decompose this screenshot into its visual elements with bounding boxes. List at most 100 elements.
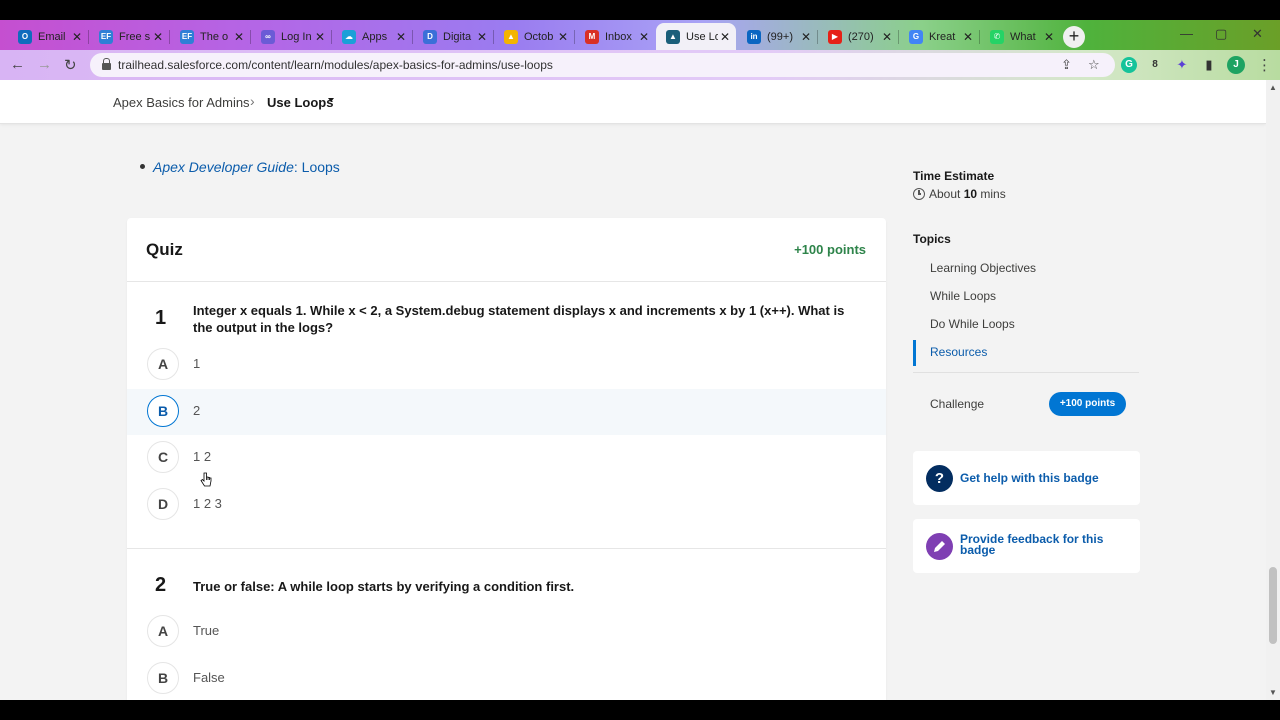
menu-dots-icon[interactable]: ⋮ [1257, 56, 1272, 74]
answer-option-c[interactable]: C 1 2 [127, 435, 886, 481]
resource-link[interactable]: Apex Developer Guide: Loops [153, 159, 340, 175]
caret-down-icon[interactable] [328, 98, 334, 102]
resource-link-italic[interactable]: Apex Developer Guide [153, 159, 294, 175]
close-tab-icon[interactable]: ✕ [477, 30, 487, 44]
digital-icon: D [423, 29, 437, 44]
scroll-up-icon[interactable]: ▲ [1269, 83, 1277, 92]
topic-resources[interactable]: Resources [930, 345, 987, 359]
browser-tab[interactable]: ☁ Apps ✕ [332, 23, 412, 50]
youtube-icon: ▶ [828, 29, 842, 44]
profile-avatar[interactable]: J [1227, 56, 1245, 74]
option-text[interactable]: 2 [193, 403, 200, 418]
close-tab-icon[interactable]: ✕ [72, 30, 82, 44]
browser-tab[interactable]: D Digita ✕ [413, 23, 493, 50]
close-tab-icon[interactable]: ✕ [234, 30, 244, 44]
quiz-title: Quiz [146, 240, 183, 259]
quiz-card: Quiz +100 points 1 Integer x equals 1. W… [127, 218, 886, 700]
trailhead-icon: ▲ [666, 29, 680, 44]
browser-tab[interactable]: G Kreat ✕ [899, 23, 979, 50]
grammarly-icon[interactable]: G [1121, 57, 1137, 73]
close-tab-icon[interactable]: ✕ [558, 30, 568, 44]
close-tab-icon[interactable]: ✕ [315, 30, 325, 44]
option-letter[interactable]: A [147, 615, 179, 647]
breadcrumb-current[interactable]: Use Loops [267, 95, 333, 110]
back-arrow-icon[interactable]: ← [10, 56, 25, 73]
reload-icon[interactable]: ↻ [64, 56, 77, 74]
challenge-link[interactable]: Challenge [930, 397, 984, 411]
share-icon[interactable]: ⇪ [1061, 57, 1072, 73]
google-icon: G [909, 29, 923, 44]
close-window-icon[interactable]: ✕ [1252, 26, 1263, 42]
feedback-link[interactable]: Provide feedback for this badge [960, 533, 1135, 556]
option-letter[interactable]: C [147, 441, 179, 473]
question-number: 2 [155, 574, 167, 596]
close-tab-icon[interactable]: ✕ [396, 30, 406, 44]
question-text: True or false: A while loop starts by ve… [193, 579, 575, 594]
topic-do-while-loops[interactable]: Do While Loops [930, 317, 1015, 331]
close-tab-icon[interactable]: ✕ [963, 30, 973, 44]
browser-tab[interactable]: EF The o ✕ [170, 23, 250, 50]
answer-option-b[interactable]: B 2 [127, 389, 886, 435]
url-text: trailhead.salesforce.com/content/learn/m… [118, 58, 553, 72]
active-topic-indicator [913, 340, 916, 366]
answer-option-b[interactable]: B False [127, 656, 886, 700]
sidepanel-icon[interactable]: ▮ [1201, 57, 1217, 73]
browser-tab[interactable]: EF Free s ✕ [89, 23, 169, 50]
topic-learning-objectives[interactable]: Learning Objectives [930, 261, 1036, 275]
extension-icon[interactable]: 8 [1147, 57, 1163, 73]
puzzle-icon[interactable]: ✦ [1174, 57, 1190, 73]
close-tab-icon[interactable]: ✕ [882, 30, 892, 44]
help-link[interactable]: Get help with this badge [960, 471, 1099, 485]
close-tab-icon[interactable]: ✕ [153, 30, 163, 44]
quiz-points: +100 points [794, 242, 866, 257]
whatsapp-icon: ✆ [990, 29, 1004, 44]
browser-tab[interactable]: in (99+) ✕ [737, 23, 817, 50]
help-card[interactable]: ? Get help with this badge [913, 451, 1140, 505]
maximize-icon[interactable]: ▢ [1215, 26, 1227, 42]
browser-tab[interactable]: ∞ Log In ✕ [251, 23, 331, 50]
close-tab-icon[interactable]: ✕ [639, 30, 649, 44]
scrollbar-thumb[interactable] [1269, 567, 1277, 644]
answer-option-a[interactable]: A True [127, 609, 886, 655]
lock-icon[interactable] [102, 58, 111, 70]
challenge-points-badge[interactable]: +100 points [1049, 392, 1126, 416]
breadcrumb-parent-link[interactable]: Apex Basics for Admins [113, 95, 250, 110]
scroll-down-icon[interactable]: ▼ [1269, 688, 1277, 697]
option-letter[interactable]: B [147, 662, 179, 694]
outlook-icon: O [18, 29, 32, 44]
option-letter[interactable]: A [147, 348, 179, 380]
address-bar[interactable]: trailhead.salesforce.com/content/learn/m… [90, 53, 1115, 77]
topic-while-loops[interactable]: While Loops [930, 289, 996, 303]
option-text[interactable]: 1 [193, 356, 200, 371]
minimize-icon[interactable]: — [1180, 26, 1193, 41]
tab-strip: O Email ✕ EF Free s ✕ EF The o ✕ ∞ Log In ✕ ☁ Apps ✕ D D… [0, 20, 1280, 50]
answer-option-d[interactable]: D 1 2 3 [127, 482, 886, 528]
option-text[interactable]: False [193, 670, 225, 685]
tab-separator [574, 30, 575, 44]
tab-title: What [1010, 30, 1036, 43]
browser-tab[interactable]: ▶ (270) ✕ [818, 23, 898, 50]
close-tab-icon[interactable]: ✕ [1044, 30, 1054, 44]
option-text[interactable]: 1 2 3 [193, 496, 222, 511]
page-scrollbar[interactable]: ▲ ▼ [1266, 80, 1280, 700]
answer-option-a[interactable]: A 1 [127, 342, 886, 388]
browser-tab[interactable]: ✆ What ✕ [980, 23, 1060, 50]
bookmark-star-icon[interactable]: ☆ [1088, 57, 1100, 73]
close-tab-icon[interactable]: ✕ [720, 30, 730, 44]
option-text[interactable]: True [193, 623, 219, 638]
browser-tab[interactable]: O Email ✕ [8, 23, 88, 50]
option-letter[interactable]: B [147, 395, 179, 427]
browser-tab[interactable]: ▲ Octob ✕ [494, 23, 574, 50]
close-tab-icon[interactable]: ✕ [801, 30, 811, 44]
new-tab-button[interactable]: + [1063, 26, 1085, 48]
browser-tab[interactable]: ▲ Use Lo ✕ [656, 23, 736, 50]
time-prefix: About [929, 187, 964, 201]
forward-arrow-icon[interactable]: → [37, 56, 52, 73]
feedback-card[interactable]: Provide feedback for this badge [913, 519, 1140, 573]
page-content: Apex Basics for Admins › Use Loops Apex … [0, 80, 1266, 700]
resource-link-rest[interactable]: : Loops [294, 159, 340, 175]
option-letter[interactable]: D [147, 488, 179, 520]
browser-tab[interactable]: M Inbox ✕ [575, 23, 655, 50]
tab-title: Apps [362, 30, 388, 43]
option-text[interactable]: 1 2 [193, 449, 211, 464]
